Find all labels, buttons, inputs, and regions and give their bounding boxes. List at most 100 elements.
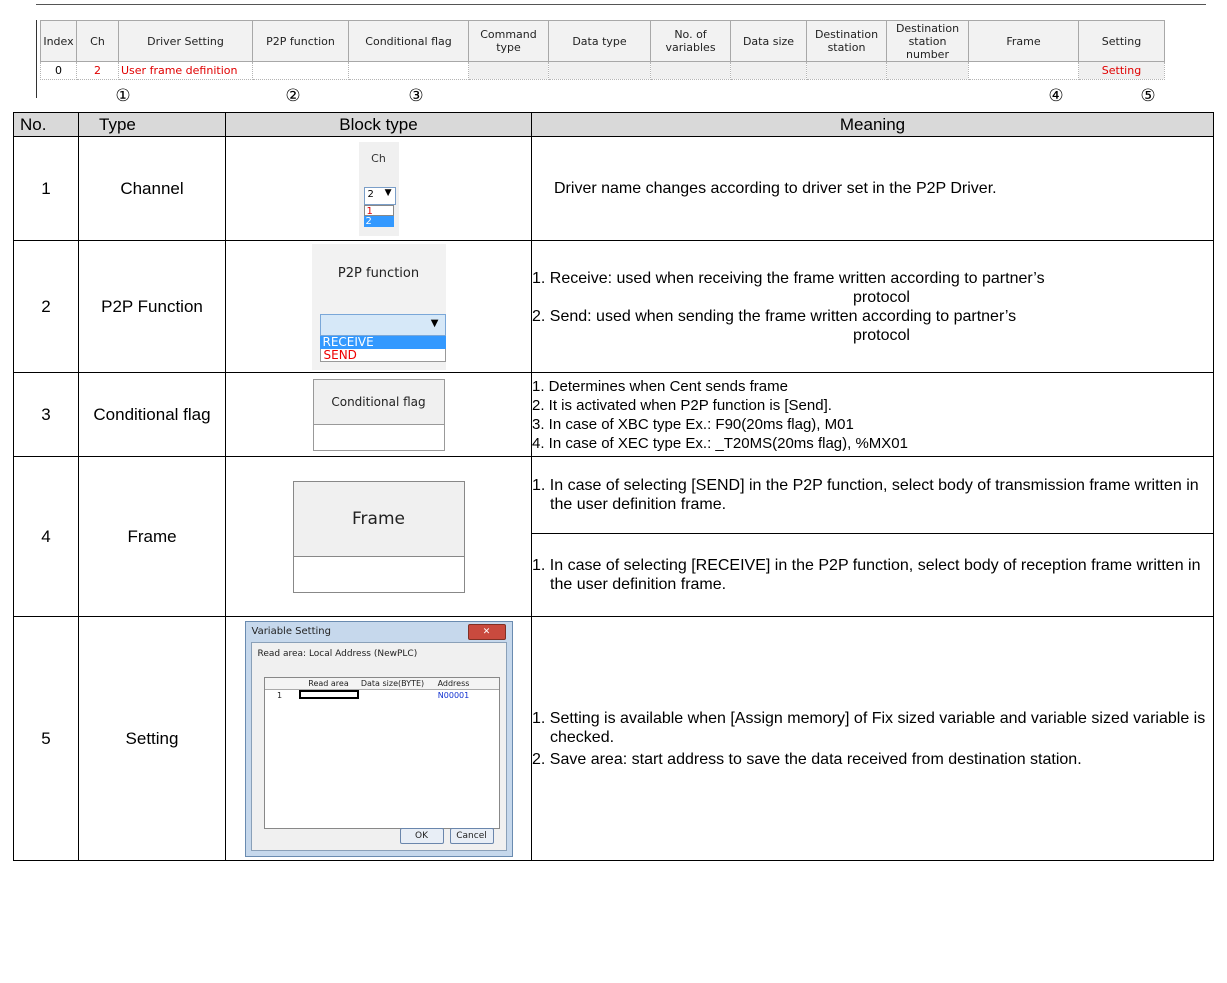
dialog-caption: Read area: Local Address (NewPLC): [257, 649, 418, 659]
read-area-input[interactable]: [298, 690, 359, 699]
grid-cell-conditional-flag[interactable]: [348, 61, 469, 80]
grid-header-destination-station-number: Destination station number: [886, 20, 969, 62]
p2p-function-block-graphic: P2P function ▼ RECEIVE SEND: [311, 243, 446, 370]
grid-header-data-type: Data type: [548, 20, 651, 62]
header-meaning: Meaning: [531, 112, 1214, 137]
callout-marker-3: ③: [408, 86, 424, 106]
table-row: 4 Frame Frame 1. In case of selecting [S…: [13, 456, 1214, 617]
meaning-item: 1. Receive: used when receiving the fram…: [532, 269, 1213, 307]
header-type: Type: [78, 112, 226, 137]
row-no: 4: [13, 456, 79, 617]
channel-option-1[interactable]: 1: [363, 204, 394, 217]
row-meaning: 1. Determines when Cent sends frame 2. I…: [531, 372, 1214, 457]
grid-top-border: [36, 4, 1206, 5]
meaning-item: 3. In case of XBC type Ex.: F90(20ms fla…: [532, 415, 854, 433]
row-no: 2: [13, 240, 79, 373]
frame-block-graphic: Frame: [292, 480, 465, 593]
meaning-item: 1. Determines when Cent sends frame: [532, 377, 788, 395]
grid-header-command-type: Command type: [468, 20, 549, 62]
grid-cell-destination-station: [806, 61, 887, 80]
grid-left-border: [36, 20, 37, 98]
grid-cell-ch[interactable]: 2: [76, 61, 119, 80]
conditional-flag-block-graphic: Conditional flag: [312, 378, 445, 451]
column-read-area: Read area: [308, 679, 349, 688]
meaning-item-continuation: protocol: [853, 288, 910, 306]
grid-header-ch: Ch: [76, 20, 119, 62]
table-row: 2 P2P Function P2P function ▼ RECEIVE SE…: [13, 240, 1214, 373]
row-block-type: Ch 2 ▼ 1 2: [225, 136, 532, 241]
channel-dropdown[interactable]: 2 ▼: [363, 186, 396, 205]
p2p-block-grid-screenshot: Index Ch Driver Setting P2P function Con…: [26, 4, 1206, 112]
channel-dropdown-value: 2: [367, 188, 374, 200]
row-type: Setting: [78, 616, 226, 861]
row-type: Channel: [78, 136, 226, 241]
grid-header-p2p-function: P2P function: [252, 20, 349, 62]
meaning-item-continuation: protocol: [853, 326, 910, 344]
row-block-type: Conditional flag: [225, 372, 532, 457]
row-meaning: 1. Setting is available when [Assign mem…: [531, 616, 1214, 861]
grid-header-driver-setting: Driver Setting: [118, 20, 253, 62]
address-value: N00001: [437, 691, 470, 700]
row-no: 3: [13, 372, 79, 457]
p2p-function-block-header: P2P function: [337, 265, 420, 281]
dialog-title: Variable Setting: [251, 626, 331, 637]
grid-cell-no-of-variables: [650, 61, 731, 80]
table-header-row: No. Type Block type Meaning: [13, 112, 1214, 137]
chevron-down-icon: ▼: [430, 317, 439, 329]
column-data-size: Data size(BYTE): [360, 679, 425, 688]
meaning-item: 2. Save area: start address to save the …: [532, 750, 1082, 768]
grid-header-conditional-flag: Conditional flag: [348, 20, 469, 62]
row-number: 1: [276, 691, 283, 700]
header-block-type: Block type: [225, 112, 532, 137]
grid-header-setting: Setting: [1078, 20, 1165, 62]
callout-marker-1: ①: [115, 86, 131, 106]
meaning-item: 1. Setting is available when [Assign mem…: [532, 709, 1206, 746]
channel-option-2[interactable]: 2: [363, 215, 394, 227]
meaning-item: 4. In case of XEC type Ex.: _T20MS(20ms …: [532, 434, 908, 452]
row-block-type: P2P function ▼ RECEIVE SEND: [225, 240, 532, 373]
block-description-table: No. Type Block type Meaning 1 Channel Ch…: [13, 112, 1214, 861]
grid-header-data-size: Data size: [730, 20, 807, 62]
meaning-item: 1. In case of selecting [SEND] in the P2…: [532, 477, 1199, 513]
grid-cell-p2p-function[interactable]: [252, 61, 349, 80]
grid-cell-setting[interactable]: Setting: [1078, 61, 1165, 80]
meaning-item-text: 1. Receive: used when receiving the fram…: [532, 269, 1045, 287]
grid-header-index: Index: [40, 20, 77, 62]
ok-button[interactable]: OK: [399, 828, 444, 844]
row-block-type: Frame: [225, 456, 532, 617]
p2p-option-send[interactable]: SEND: [319, 348, 446, 362]
grid-header-no-of-variables: No. of variables: [650, 20, 731, 62]
grid-cell-data-type: [548, 61, 651, 80]
p2p-function-dropdown[interactable]: ▼: [319, 313, 446, 336]
meaning-item: 1. In case of selecting [RECEIVE] in the…: [532, 557, 1201, 593]
conditional-flag-block-header: Conditional flag: [313, 379, 444, 425]
row-meaning-send: 1. In case of selecting [SEND] in the P2…: [531, 456, 1214, 534]
callout-marker-2: ②: [285, 86, 301, 106]
grid-header-destination-station: Destination station: [806, 20, 887, 62]
chevron-down-icon: ▼: [384, 187, 392, 198]
variable-setting-dialog: Variable Setting ✕ Read area: Local Addr…: [244, 621, 513, 857]
row-type: Conditional flag: [78, 372, 226, 457]
channel-block-header: Ch: [371, 151, 386, 165]
frame-block-header: Frame: [293, 481, 464, 557]
grid-cell-data-size: [730, 61, 807, 80]
close-icon[interactable]: ✕: [467, 624, 506, 640]
row-block-type: Variable Setting ✕ Read area: Local Addr…: [225, 616, 532, 861]
channel-block-graphic: Ch 2 ▼ 1 2: [358, 141, 399, 236]
grid-cell-destination-station-number: [886, 61, 969, 80]
dialog-body: Read area: Local Address (NewPLC) Read a…: [250, 642, 507, 851]
grid-cell-driver-setting: User frame definition: [118, 61, 253, 80]
p2p-block-grid: Index Ch Driver Setting P2P function Con…: [40, 20, 1165, 80]
grid-cell-frame[interactable]: [968, 61, 1079, 80]
row-no: 5: [13, 616, 79, 861]
cancel-button[interactable]: Cancel: [449, 828, 494, 844]
row-meaning-receive: 1. In case of selecting [RECEIVE] in the…: [531, 533, 1214, 617]
grid-row[interactable]: 0 2 User frame definition Setting: [40, 61, 1165, 80]
meaning-item: 2. Send: used when sending the frame wri…: [532, 307, 1213, 345]
row-type: P2P Function: [78, 240, 226, 373]
p2p-option-receive[interactable]: RECEIVE: [319, 335, 446, 349]
table-row: 5 Setting Variable Setting ✕ Read area: …: [13, 616, 1214, 861]
row-type: Frame: [78, 456, 226, 617]
row-meaning: 1. Receive: used when receiving the fram…: [531, 240, 1214, 373]
grid-header-frame: Frame: [968, 20, 1079, 62]
